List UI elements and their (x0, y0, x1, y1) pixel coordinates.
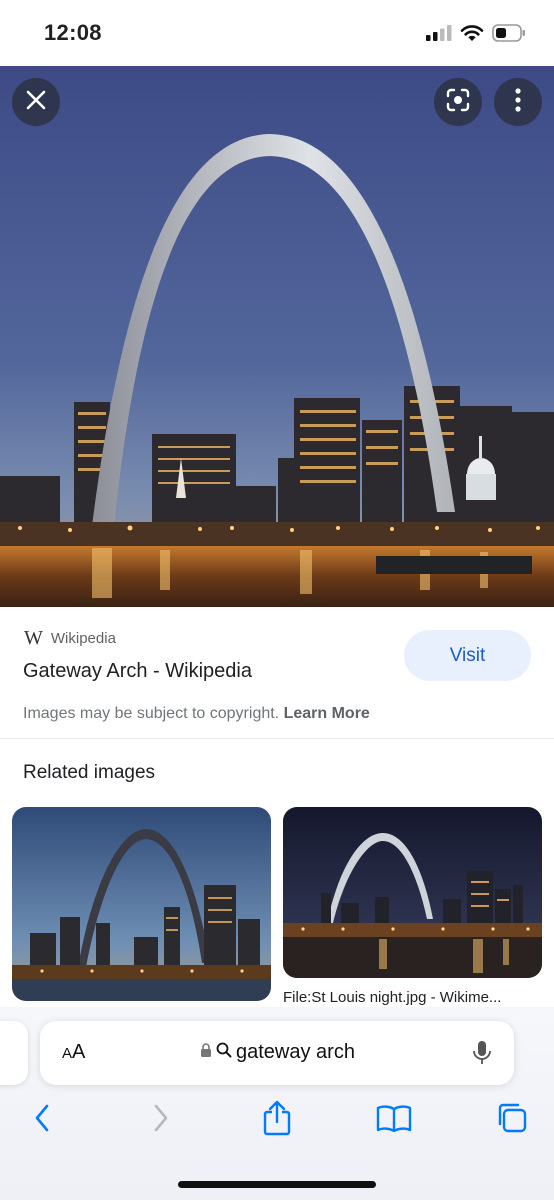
source-row[interactable]: W Wikipedia (24, 627, 116, 650)
close-button[interactable] (12, 78, 60, 126)
tabs-icon (496, 1102, 528, 1139)
status-bar: 12:08 (0, 0, 554, 66)
divider (0, 738, 554, 739)
learn-more-link[interactable]: Learn More (284, 705, 370, 722)
result-title[interactable]: Gateway Arch - Wikipedia (23, 660, 252, 683)
copyright-notice: Images may be subject to copyright. Lear… (23, 705, 370, 723)
related-image-2[interactable] (283, 807, 542, 978)
forward-button[interactable] (139, 1098, 183, 1142)
related-images-heading: Related images (23, 762, 156, 783)
lock-icon (200, 1042, 212, 1063)
battery-icon (492, 24, 526, 47)
page-settings-button[interactable]: AA (62, 1041, 85, 1064)
source-name: Wikipedia (50, 630, 116, 647)
tabs-button[interactable] (490, 1098, 534, 1142)
more-vert-icon (515, 87, 521, 117)
back-icon (34, 1104, 50, 1137)
status-icons (426, 24, 526, 47)
address-text: gateway arch (236, 1041, 355, 1063)
microphone-button[interactable] (472, 1040, 492, 1071)
related-image-1[interactable] (12, 807, 271, 1001)
share-button[interactable] (255, 1098, 299, 1142)
status-time: 12:08 (44, 20, 102, 45)
forward-icon (153, 1104, 169, 1137)
bookmarks-button[interactable] (372, 1098, 416, 1142)
wifi-icon (460, 24, 484, 47)
cellular-signal-icon (426, 25, 452, 46)
bookmarks-icon (376, 1104, 412, 1137)
more-options-button[interactable] (494, 78, 542, 126)
visit-button[interactable]: Visit (404, 630, 531, 681)
lens-icon (446, 88, 470, 117)
close-icon (25, 89, 47, 116)
copyright-text: Images may be subject to copyright. (23, 705, 280, 722)
wikipedia-logo: W (24, 627, 43, 649)
home-indicator[interactable] (178, 1181, 376, 1188)
main-image[interactable] (0, 66, 554, 607)
related-image-2-caption[interactable]: File:St Louis night.jpg - Wikime... (283, 989, 541, 1006)
back-button[interactable] (20, 1098, 64, 1142)
share-icon (262, 1100, 292, 1141)
search-icon (216, 1042, 232, 1063)
aa-large-label: A (72, 1041, 86, 1063)
aa-small-label: A (62, 1045, 73, 1062)
safari-toolbar (0, 1098, 554, 1148)
previous-tab-peek[interactable] (0, 1021, 28, 1085)
lens-button[interactable] (434, 78, 482, 126)
microphone-icon (472, 1041, 492, 1070)
address-field[interactable]: gateway arch (200, 1041, 355, 1064)
